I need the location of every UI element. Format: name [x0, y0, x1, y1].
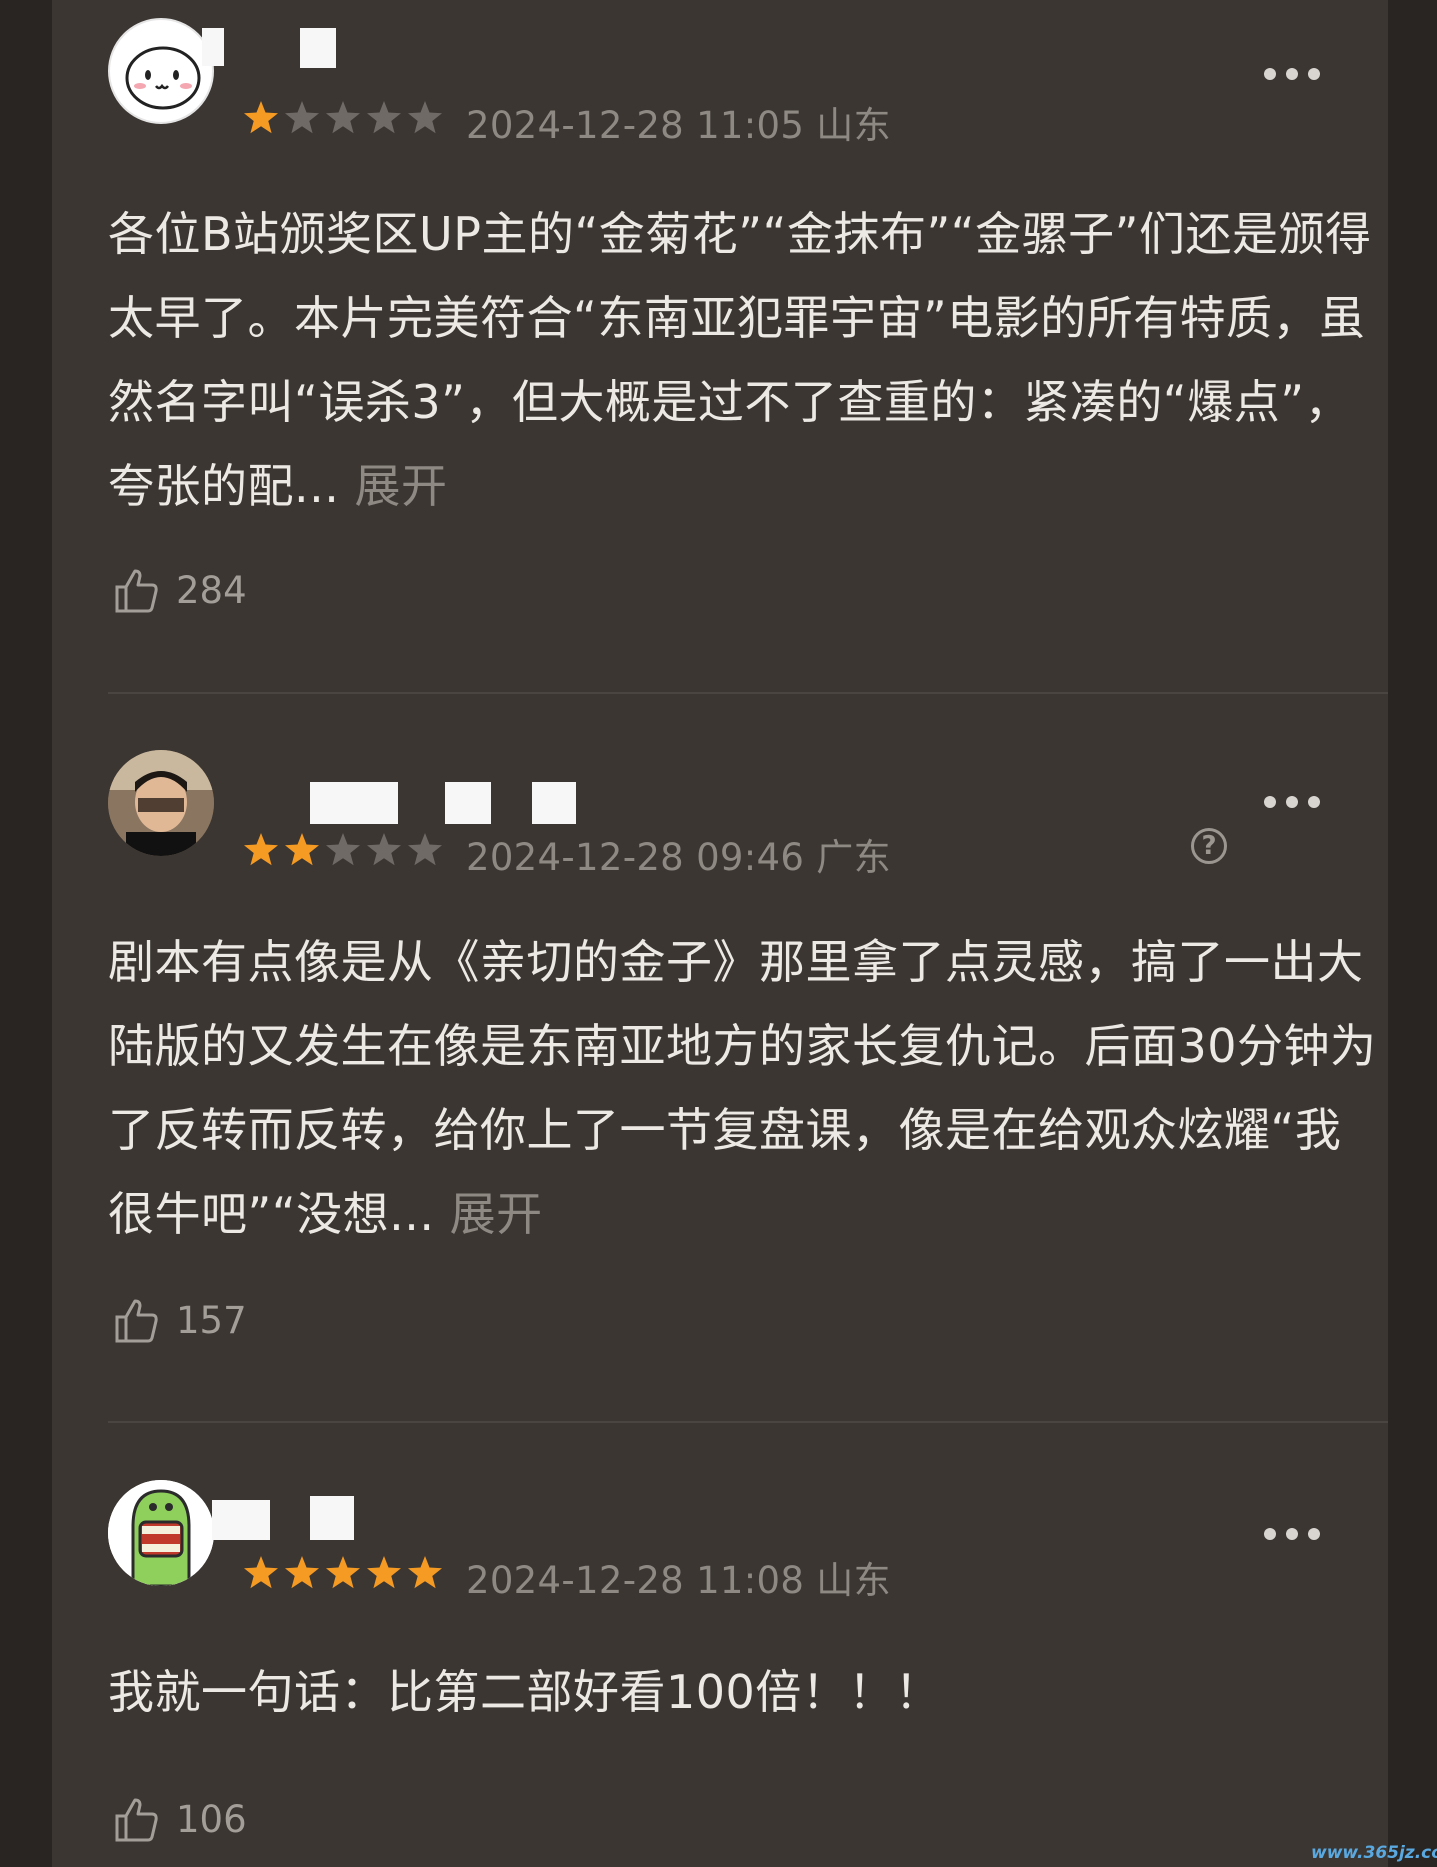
star-rating: [242, 830, 444, 870]
star-filled-icon: [408, 1556, 442, 1589]
site-watermark: www.365jz.com: [1311, 1843, 1437, 1863]
review-text: 剧本有点像是从《亲切的金子》那里拿了点灵感，搞了一出大陆版的又发生在像是东南亚地…: [108, 935, 1377, 1241]
redacted-username: [300, 28, 336, 68]
thumbs-up-icon: [115, 569, 158, 613]
like-button[interactable]: 106: [112, 1792, 247, 1846]
cute-face-icon: [125, 46, 201, 110]
star-rating: [242, 1553, 444, 1593]
star-empty-icon: [326, 101, 360, 134]
dinosaur-icon: [108, 1480, 214, 1586]
star-empty-icon: [326, 833, 360, 866]
redacted-username: [202, 28, 224, 66]
star-empty-icon: [408, 833, 442, 866]
star-rating: [242, 98, 444, 138]
user-avatar[interactable]: [108, 1480, 214, 1586]
star-filled-icon: [244, 833, 278, 866]
thumbs-up-icon: [115, 1798, 158, 1842]
expand-link[interactable]: 展开: [450, 1187, 543, 1241]
review-card-1: 2024-12-28 11:05 山东 各位B站颁奖区UP主的“金菊花”“金抹布…: [52, 0, 1388, 700]
redacted-username: [212, 1500, 270, 1540]
review-date-location: 2024-12-28 11:08 山东: [466, 1559, 891, 1602]
star-filled-icon: [367, 1556, 401, 1589]
redacted-username: [310, 782, 398, 824]
like-button[interactable]: 157: [112, 1293, 247, 1347]
divider: [108, 1421, 1388, 1423]
user-avatar[interactable]: [108, 18, 214, 124]
star-filled-icon: [326, 1556, 360, 1589]
expand-link[interactable]: 展开: [355, 459, 448, 513]
redacted-username: [532, 782, 576, 824]
divider: [108, 692, 1388, 694]
like-count: 157: [176, 1298, 247, 1342]
redacted-username: [310, 1496, 354, 1540]
like-count: 106: [176, 1797, 247, 1841]
review-card-3: 2024-12-28 11:08 山东 我就一句话：比第二部好看100倍！！！ …: [52, 1430, 1388, 1867]
left-frame: [0, 0, 52, 1867]
star-filled-icon: [244, 1556, 278, 1589]
review-date-location: 2024-12-28 09:46 广东: [466, 836, 891, 879]
right-frame: [1388, 0, 1437, 1867]
more-options-button[interactable]: [1264, 795, 1320, 809]
review-card-2: 2024-12-28 09:46 广东 ? 剧本有点像是从《亲切的金子》那里拿了…: [52, 700, 1388, 1430]
more-options-button[interactable]: [1264, 1527, 1320, 1541]
thumbs-up-icon: [115, 1299, 158, 1343]
star-filled-icon: [285, 833, 319, 866]
child-photo-icon: [108, 750, 214, 856]
star-empty-icon: [285, 101, 319, 134]
review-text: 我就一句话：比第二部好看100倍！！！: [108, 1665, 942, 1719]
star-filled-icon: [244, 101, 278, 134]
user-avatar[interactable]: [108, 750, 214, 856]
review-text: 各位B站颁奖区UP主的“金菊花”“金抹布”“金骡子”们还是颁得太早了。本片完美符…: [108, 207, 1372, 513]
review-date-location: 2024-12-28 11:05 山东: [466, 104, 891, 147]
help-icon[interactable]: ?: [1191, 828, 1227, 864]
star-empty-icon: [408, 101, 442, 134]
star-empty-icon: [367, 833, 401, 866]
star-filled-icon: [285, 1556, 319, 1589]
like-count: 284: [176, 568, 247, 612]
like-button[interactable]: 284: [112, 563, 247, 617]
star-empty-icon: [367, 101, 401, 134]
more-options-button[interactable]: [1264, 67, 1320, 81]
redacted-username: [445, 782, 491, 824]
